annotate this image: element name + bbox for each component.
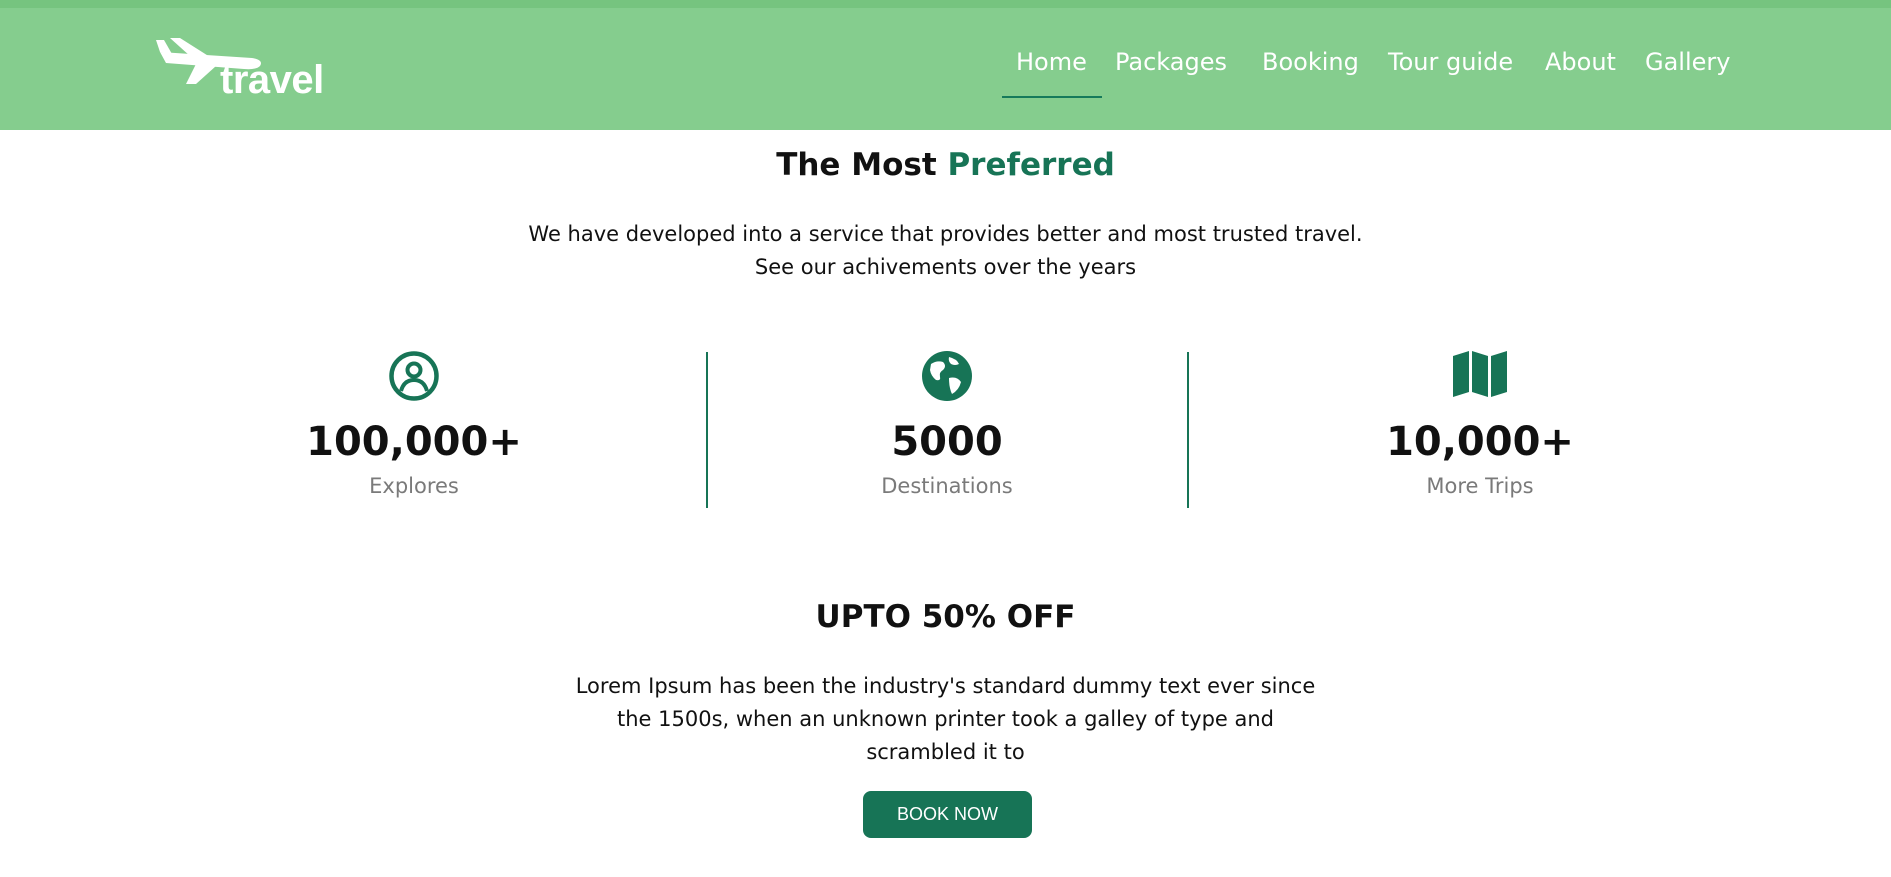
stat-divider	[706, 352, 708, 508]
nav-home[interactable]: Home	[1016, 48, 1087, 76]
nav-booking[interactable]: Booking	[1262, 48, 1359, 76]
offer-line-1: Lorem Ipsum has been the industry's stan…	[575, 674, 1316, 698]
stat-label: Destinations	[881, 474, 1013, 498]
map-icon	[1453, 351, 1507, 397]
stat-label: More Trips	[1426, 474, 1534, 498]
stat-value: 5000	[891, 419, 1003, 465]
offer-line-3: scrambled it to	[866, 740, 1025, 764]
preferred-heading: The Most Preferred	[0, 147, 1891, 183]
heading-accent: Preferred	[947, 147, 1115, 183]
main-nav: Home Packages Booking Tour guide About G…	[0, 8, 1891, 138]
nav-gallery[interactable]: Gallery	[1645, 48, 1730, 76]
heading-plain: The Most	[776, 147, 937, 183]
nav-packages[interactable]: Packages	[1115, 48, 1227, 76]
active-nav-indicator	[1002, 96, 1102, 98]
stat-explores: 100,000+ Explores	[234, 350, 594, 498]
book-now-button[interactable]: BOOK NOW	[863, 791, 1032, 838]
stat-trips: 10,000+ More Trips	[1300, 350, 1660, 498]
nav-tour-guide[interactable]: Tour guide	[1388, 48, 1513, 76]
globe-icon	[922, 351, 972, 401]
offer-description: Lorem Ipsum has been the industry's stan…	[0, 670, 1891, 769]
stat-value: 100,000+	[306, 419, 522, 465]
stat-divider	[1187, 352, 1189, 508]
preferred-line-1: We have developed into a service that pr…	[528, 222, 1363, 246]
user-circle-icon	[389, 351, 439, 401]
stat-destinations: 5000 Destinations	[767, 350, 1127, 498]
stat-label: Explores	[369, 474, 459, 498]
preferred-line-2: See our achivements over the years	[754, 255, 1137, 279]
stat-value: 10,000+	[1386, 419, 1574, 465]
offer-line-2: the 1500s, when an unknown printer took …	[617, 707, 1274, 731]
nav-about[interactable]: About	[1545, 48, 1616, 76]
offer-heading: UPTO 50% OFF	[815, 599, 1076, 635]
preferred-description: We have developed into a service that pr…	[0, 218, 1891, 284]
top-navigation-bar: travel Home Packages Booking Tour guide …	[0, 0, 1891, 130]
